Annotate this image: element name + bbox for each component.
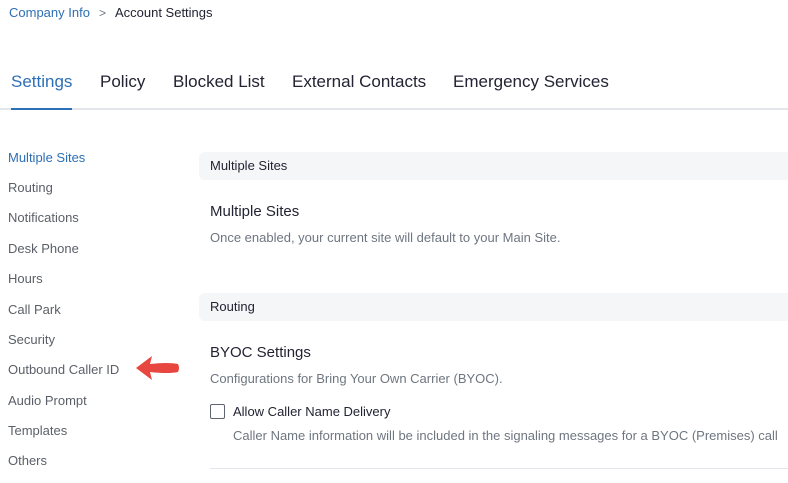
breadcrumb-company-info-link[interactable]: Company Info [9,5,90,20]
tab-settings[interactable]: Settings [11,72,73,110]
setting-description-multiple-sites: Once enabled, your current site will def… [210,230,561,245]
tab-policy[interactable]: Policy [100,72,145,108]
sidebar-item-others[interactable]: Others [8,453,47,468]
setting-title-byoc: BYOC Settings [210,344,311,361]
tab-bar: Settings Policy Blocked List External Co… [0,62,788,110]
allow-caller-name-delivery-label[interactable]: Allow Caller Name Delivery [233,404,391,419]
allow-caller-name-delivery-checkbox[interactable] [210,404,225,419]
setting-title-multiple-sites: Multiple Sites [210,203,300,220]
breadcrumb-current: Account Settings [114,5,213,20]
chevron-right-icon: > [98,5,106,20]
setting-description-byoc: Configurations for Bring Your Own Carrie… [210,371,503,386]
tab-external-contacts[interactable]: External Contacts [292,72,426,108]
allow-caller-name-delivery-description: Caller Name information will be included… [233,428,778,443]
breadcrumb: Company Info > Account Settings [9,5,213,20]
section-divider [210,468,788,469]
sidebar-item-routing[interactable]: Routing [8,180,53,195]
section-header-routing: Routing [199,293,788,321]
sidebar-item-security[interactable]: Security [8,332,55,347]
section-header-multiple-sites: Multiple Sites [199,152,788,180]
sidebar-item-multiple-sites[interactable]: Multiple Sites [8,150,85,165]
red-arrow-icon [136,356,179,380]
sidebar-item-notifications[interactable]: Notifications [8,210,79,225]
sidebar-item-templates[interactable]: Templates [8,423,67,438]
sidebar-item-outbound-caller-id[interactable]: Outbound Caller ID [8,362,119,377]
tab-emergency-services[interactable]: Emergency Services [453,72,609,108]
sidebar-item-audio-prompt[interactable]: Audio Prompt [8,393,87,408]
sidebar-item-call-park[interactable]: Call Park [8,302,61,317]
sidebar-item-desk-phone[interactable]: Desk Phone [8,241,79,256]
tab-blocked-list[interactable]: Blocked List [173,72,265,108]
sidebar-item-hours[interactable]: Hours [8,271,43,286]
